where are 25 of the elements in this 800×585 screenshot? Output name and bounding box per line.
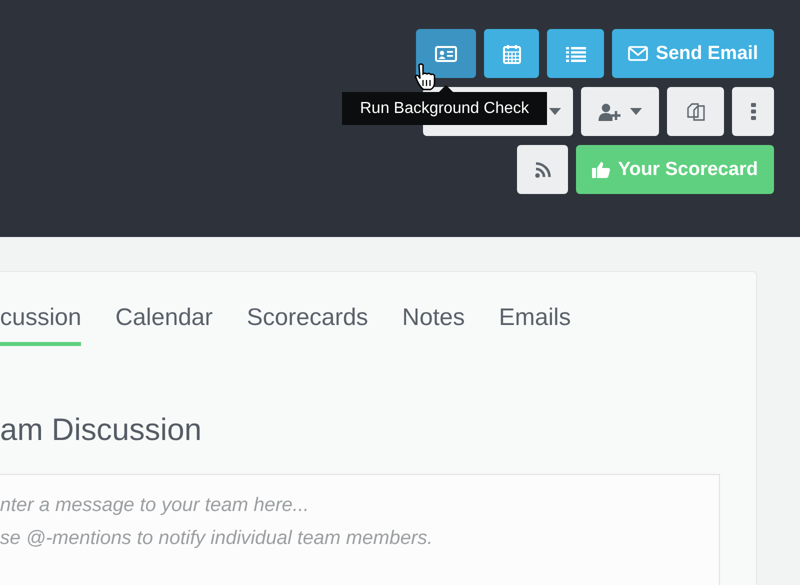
copy-icon — [686, 102, 706, 122]
vertical-dots-icon — [750, 103, 756, 120]
tooltip: Run Background Check — [342, 85, 547, 125]
tab[interactable]: Scorecards — [246, 304, 368, 346]
caret-icon — [549, 108, 561, 115]
tab[interactable]: Calendar — [115, 304, 213, 346]
envelope-icon — [628, 46, 648, 61]
calendar-icon — [502, 44, 522, 64]
section-heading: am Discussion — [0, 412, 203, 448]
add-person-icon — [598, 102, 622, 120]
rss-icon — [534, 162, 550, 178]
id-card-icon — [435, 46, 457, 62]
rss-button[interactable] — [517, 145, 568, 194]
add-person-button[interactable] — [581, 87, 659, 136]
list-icon — [566, 46, 586, 62]
message-field[interactable]: nter a message to your team here... se @-mentions to notify individual team members. — [0, 474, 720, 585]
tab[interactable]: cussion — [0, 304, 82, 346]
caret-icon — [630, 108, 642, 115]
tab[interactable]: Notes — [402, 304, 465, 346]
copy-button[interactable] — [667, 87, 724, 136]
thumbs-up-icon — [592, 161, 610, 178]
more-button[interactable] — [732, 87, 774, 136]
tab[interactable]: Emails — [498, 304, 571, 346]
hand-cursor-icon — [414, 63, 436, 91]
id-card-button[interactable] — [416, 29, 476, 78]
